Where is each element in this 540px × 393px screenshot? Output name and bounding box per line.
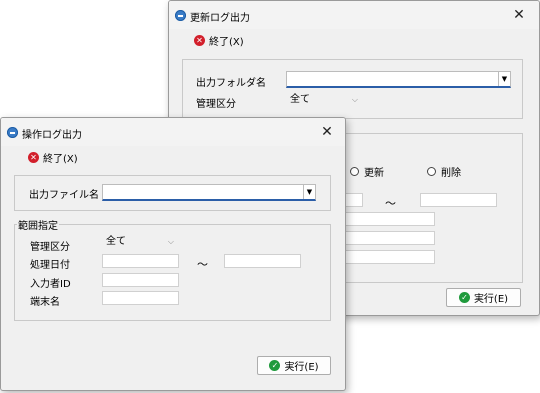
x-circle-icon: ✕ bbox=[28, 152, 39, 163]
exit-button[interactable]: ✕ 終了(X) bbox=[28, 150, 78, 165]
category-value: 全て bbox=[290, 94, 310, 105]
execute-label: 実行(E) bbox=[284, 362, 319, 373]
check-circle-icon: ✓ bbox=[458, 292, 470, 303]
chevron-down-icon[interactable]: ▼ bbox=[498, 72, 510, 86]
execute-label: 実行(E) bbox=[473, 294, 509, 305]
chevron-down-icon[interactable]: ▼ bbox=[303, 185, 315, 199]
app-icon bbox=[175, 10, 186, 21]
app-icon bbox=[7, 127, 18, 138]
close-icon[interactable]: ✕ bbox=[319, 124, 335, 140]
date-to-input[interactable] bbox=[420, 193, 497, 207]
terminal-input[interactable] bbox=[102, 291, 179, 305]
category-label: 管理区分 bbox=[196, 99, 236, 110]
radio-button-icon bbox=[427, 167, 436, 176]
category-select[interactable]: 全て ⌵ bbox=[286, 93, 362, 108]
radio-button-icon bbox=[350, 167, 359, 176]
exit-label: 終了(X) bbox=[209, 37, 244, 48]
radio-update[interactable]: 更新 bbox=[350, 164, 384, 179]
terminal-label: 端末名 bbox=[30, 297, 60, 308]
user-id-input[interactable] bbox=[102, 273, 179, 287]
chevron-down-icon: ⌵ bbox=[167, 237, 174, 246]
date-to-input[interactable] bbox=[224, 254, 301, 268]
tilde-separator: ～ bbox=[197, 258, 208, 271]
title-bar: 操作ログ出力 ✕ bbox=[1, 118, 345, 146]
file-label: 出力ファイル名 bbox=[29, 190, 99, 201]
execute-button[interactable]: ✓ 実行(E) bbox=[257, 356, 331, 375]
radio-delete-label: 削除 bbox=[441, 168, 461, 179]
file-input[interactable]: ▼ bbox=[102, 184, 316, 201]
output-panel bbox=[182, 59, 523, 119]
check-circle-icon: ✓ bbox=[269, 360, 281, 371]
title-bar: 更新ログ出力 ✕ bbox=[169, 1, 539, 29]
user-id-label: 入力者ID bbox=[30, 279, 71, 290]
date-label: 処理日付 bbox=[30, 260, 70, 271]
folder-input[interactable]: ▼ bbox=[286, 71, 511, 88]
radio-delete[interactable]: 削除 bbox=[427, 164, 461, 179]
date-from-input[interactable] bbox=[102, 254, 179, 268]
radio-update-label: 更新 bbox=[364, 168, 384, 179]
operation-log-window: 操作ログ出力 ✕ ✕ 終了(X) 出力ファイル名 ▼ 範囲指定 管理区分 全て … bbox=[0, 117, 346, 391]
category-select[interactable]: 全て ⌵ bbox=[102, 235, 178, 250]
window-title: 操作ログ出力 bbox=[22, 130, 82, 141]
x-circle-icon: ✕ bbox=[194, 35, 205, 46]
category-value: 全て bbox=[106, 236, 126, 247]
execute-button[interactable]: ✓ 実行(E) bbox=[446, 288, 521, 307]
category-label: 管理区分 bbox=[30, 242, 70, 253]
chevron-down-icon: ⌵ bbox=[351, 95, 358, 104]
close-icon[interactable]: ✕ bbox=[511, 7, 527, 23]
exit-button[interactable]: ✕ 終了(X) bbox=[194, 33, 244, 48]
range-group-title: 範囲指定 bbox=[17, 217, 59, 232]
exit-label: 終了(X) bbox=[43, 154, 78, 165]
window-title: 更新ログ出力 bbox=[190, 13, 250, 24]
folder-label: 出力フォルダ名 bbox=[196, 78, 266, 89]
tilde-separator: ～ bbox=[385, 197, 396, 210]
